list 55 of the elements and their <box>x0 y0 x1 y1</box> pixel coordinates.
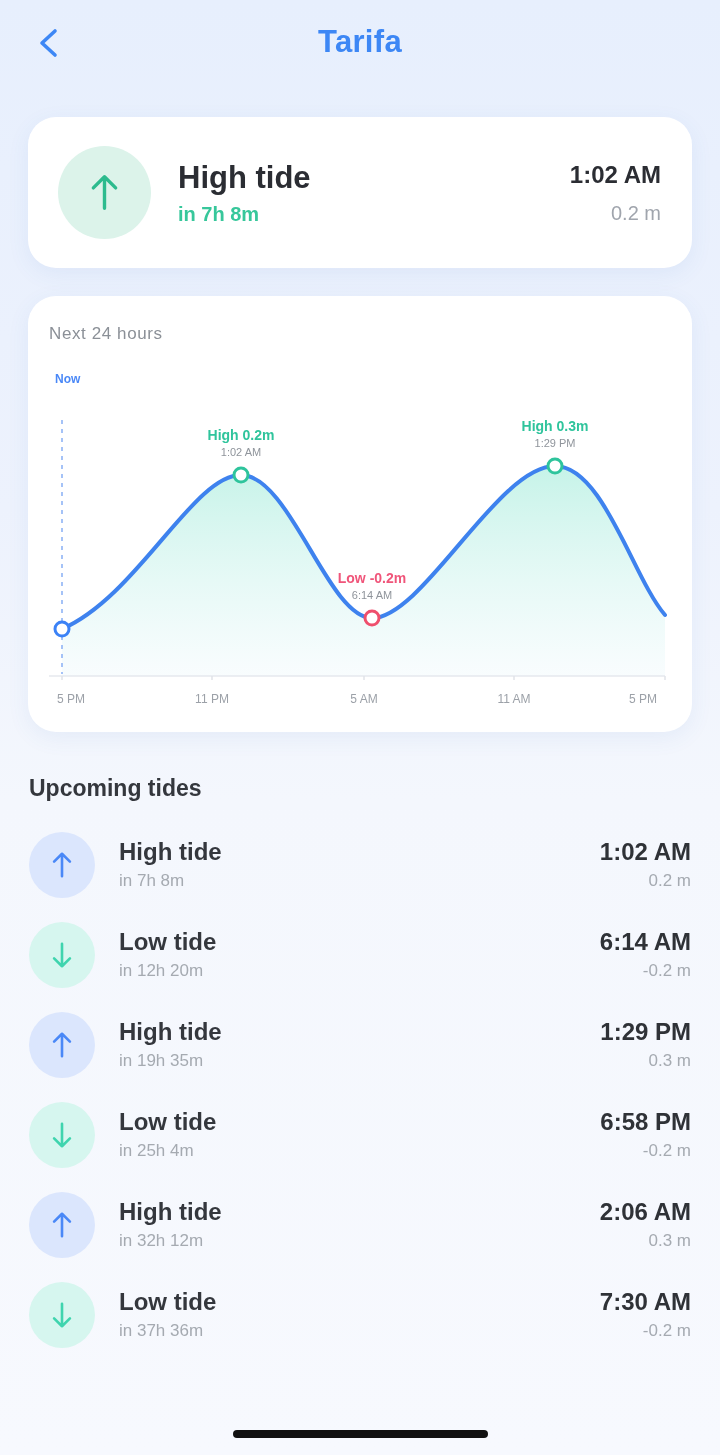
tide-countdown: in 12h 20m <box>119 960 205 982</box>
arrow-up-icon <box>29 832 95 898</box>
tide-countdown: in 19h 35m <box>119 1050 205 1072</box>
tide-title: High tide <box>119 838 223 866</box>
high-tide-marker <box>232 466 250 484</box>
tide-height: -0.2 m <box>642 960 691 982</box>
arrow-up-icon <box>58 146 151 239</box>
tide-countdown: in 7h 8m <box>119 870 186 892</box>
arrow-down-icon <box>29 922 95 988</box>
tide-height: -0.2 m <box>642 1320 691 1342</box>
now-label: Now <box>55 372 81 386</box>
tide-title: Low tide <box>119 1288 218 1316</box>
tide-time: 1:02 AM <box>569 160 661 189</box>
arrow-down-icon <box>29 1282 95 1348</box>
page-title: Tarifa <box>318 24 402 60</box>
now-marker <box>53 620 71 638</box>
arrow-down-icon <box>29 1102 95 1168</box>
tide-height: -0.2 m <box>642 1140 691 1162</box>
tide-level-label: High 0.3m <box>521 418 589 434</box>
axis-label: 11 AM <box>497 692 531 706</box>
low-tide-marker <box>363 609 381 627</box>
tide-countdown: in 25h 4m <box>119 1140 195 1162</box>
chart-title: Next 24 hours <box>49 324 164 344</box>
tide-title: Low tide <box>119 928 218 956</box>
tide-level-label: High 0.2m <box>207 427 275 443</box>
axis-label: 11 PM <box>195 692 229 706</box>
tide-title: High tide <box>178 159 312 196</box>
tide-height: 0.3 m <box>648 1230 691 1252</box>
tide-time-label: 1:29 PM <box>534 437 576 449</box>
tide-countdown: in 32h 12m <box>119 1230 205 1252</box>
tide-level-label: Low -0.2m <box>337 570 407 586</box>
back-icon[interactable] <box>38 28 59 58</box>
tide-time: 1:02 AM <box>599 838 691 866</box>
tide-time-label: 1:02 AM <box>220 446 262 458</box>
tide-title: Low tide <box>119 1108 218 1136</box>
tide-time-label: 6:14 AM <box>351 589 393 601</box>
tide-time: 6:58 PM <box>600 1108 691 1136</box>
tide-height: 0.3 m <box>648 1050 691 1072</box>
tide-countdown: in 7h 8m <box>178 201 261 226</box>
tide-title: High tide <box>119 1198 223 1226</box>
axis-label: 5 PM <box>629 692 657 706</box>
tide-time: 1:29 PM <box>600 1018 691 1046</box>
tide-time: 2:06 AM <box>599 1198 691 1226</box>
tide-countdown: in 37h 36m <box>119 1320 205 1342</box>
tide-height: 0.2 m <box>610 200 661 225</box>
arrow-up-icon <box>29 1012 95 1078</box>
high-tide-marker <box>546 457 564 475</box>
arrow-up-icon <box>29 1192 95 1258</box>
axis-label: 5 AM <box>350 692 378 706</box>
tide-time: 6:14 AM <box>599 928 691 956</box>
section-title: Upcoming tides <box>29 774 203 802</box>
tide-time: 7:30 AM <box>599 1288 691 1316</box>
tide-title: High tide <box>119 1018 223 1046</box>
axis-label: 5 PM <box>57 692 85 706</box>
tide-height: 0.2 m <box>648 870 691 892</box>
